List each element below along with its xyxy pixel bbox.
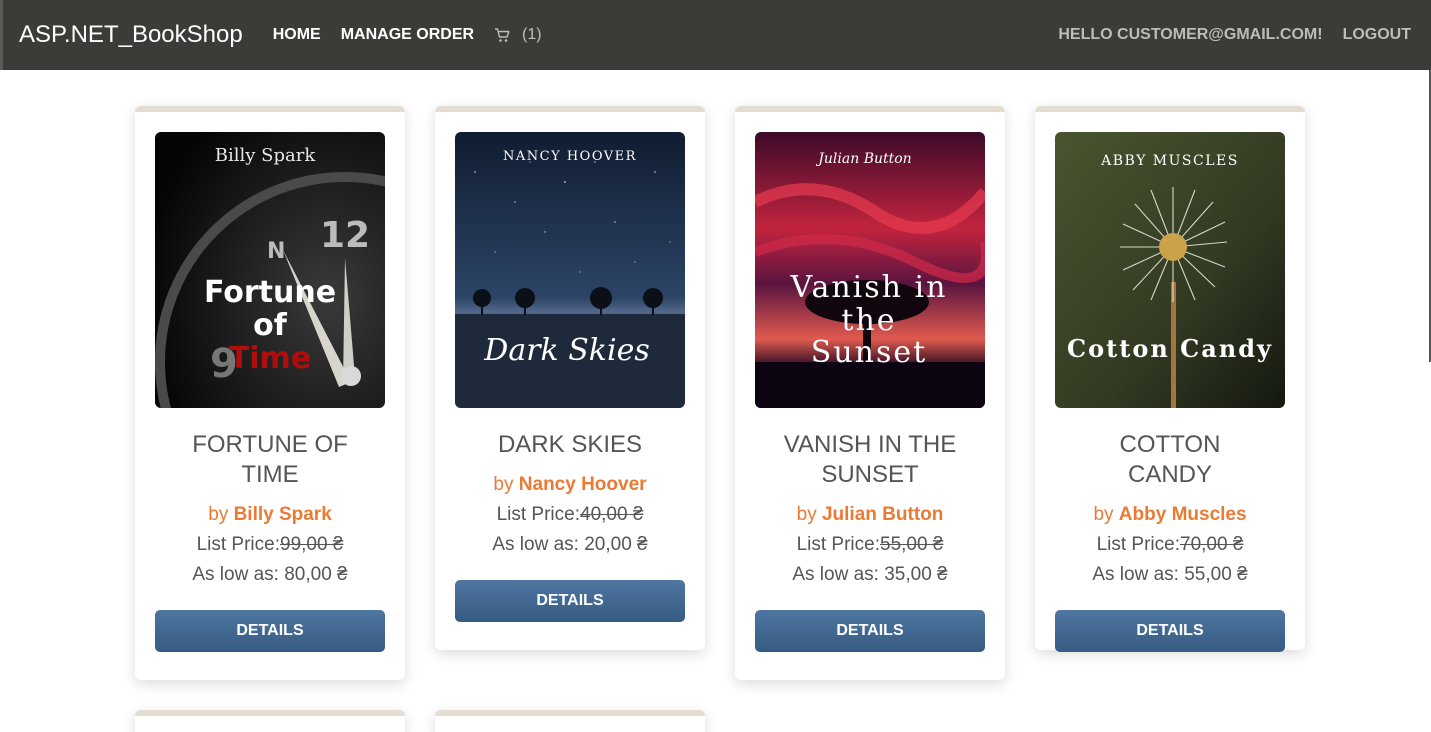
list-price: List Price:40,00 ₴ — [496, 504, 644, 525]
product-card: Julian Button Vanish in the Sunset Vanis… — [735, 106, 1005, 680]
nav-home-link[interactable]: Home — [273, 26, 321, 44]
cover-title-line: Sunset — [811, 335, 927, 370]
cover-title-line: Fortune — [204, 275, 336, 310]
nav-manage-order-link[interactable]: Manage Order — [341, 26, 474, 44]
cover-title-line: Cotton Candy — [1067, 334, 1273, 363]
book-title: Fortune of Time — [192, 431, 348, 488]
cover-title-line: Dark Skies — [483, 333, 649, 368]
details-button[interactable]: Details — [1055, 610, 1285, 652]
book-cover-image[interactable]: Julian Button Vanish in the Sunset — [755, 132, 985, 408]
details-button[interactable]: Details — [755, 610, 985, 652]
cart-icon — [495, 27, 510, 42]
product-card: NANCY HOOVER Dark Skies Dark Skies by Na… — [435, 106, 705, 650]
book-title: Cotton Candy — [1119, 431, 1221, 488]
book-author: by Abby Muscles — [1093, 504, 1247, 525]
book-cover-image[interactable]: NANCY HOOVER Dark Skies — [455, 132, 685, 408]
brand-link[interactable]: ASP.NET_BookShop — [19, 21, 243, 49]
product-card — [435, 710, 705, 732]
book-cover-image[interactable]: ABBY MUSCLES Cotton Candy — [1055, 132, 1285, 408]
svg-text:N: N — [267, 239, 285, 264]
low-price: As low as: 55,00 ₴ — [1092, 564, 1248, 585]
logout-link[interactable]: Logout — [1343, 26, 1411, 44]
book-cover-image[interactable]: 12 N 9 Billy Spark Fortune of Time — [155, 132, 385, 408]
low-price: As low as: 35,00 ₴ — [792, 564, 948, 585]
book-title: Vanish in the Sunset — [783, 431, 957, 488]
list-price: List Price:99,00 ₴ — [196, 534, 344, 555]
cover-title-line: of — [253, 308, 288, 343]
cart-count: (1) — [522, 26, 542, 43]
list-price: List Price:55,00 ₴ — [796, 534, 944, 555]
cover-title-line: Time — [229, 341, 311, 376]
book-author: by Julian Button — [796, 504, 944, 525]
details-button[interactable]: Details — [155, 610, 385, 652]
cover-author: ABBY MUSCLES — [1100, 153, 1239, 169]
book-title: Dark Skies — [497, 431, 643, 458]
list-price: List Price:70,00 ₴ — [1096, 534, 1244, 555]
cover-author: Billy Spark — [215, 145, 317, 166]
product-card: 12 N 9 Billy Spark Fortune of Time Fortu… — [135, 106, 405, 680]
book-author: by Billy Spark — [208, 504, 332, 525]
book-author: by Nancy Hoover — [493, 474, 647, 495]
product-card — [135, 710, 405, 732]
cover-author: Julian Button — [815, 151, 911, 167]
top-navbar: ASP.NET_BookShop Home Manage Order (1) H… — [0, 0, 1431, 70]
cover-title-line: Vanish in — [790, 270, 948, 305]
cart-link[interactable]: (1) — [494, 26, 542, 44]
cover-title-line: the — [841, 303, 896, 338]
svg-text:12: 12 — [320, 215, 370, 256]
user-greeting-link[interactable]: Hello customer@gmail.com! — [1058, 26, 1322, 44]
low-price: As low as: 20,00 ₴ — [492, 534, 648, 555]
user-nav: Hello customer@gmail.com! Logout — [1058, 26, 1411, 44]
details-button[interactable]: Details — [455, 580, 685, 622]
product-card: ABBY MUSCLES Cotton Candy Cotton Candy b… — [1035, 106, 1305, 652]
low-price: As low as: 80,00 ₴ — [192, 564, 348, 585]
cover-author: NANCY HOOVER — [503, 149, 637, 164]
